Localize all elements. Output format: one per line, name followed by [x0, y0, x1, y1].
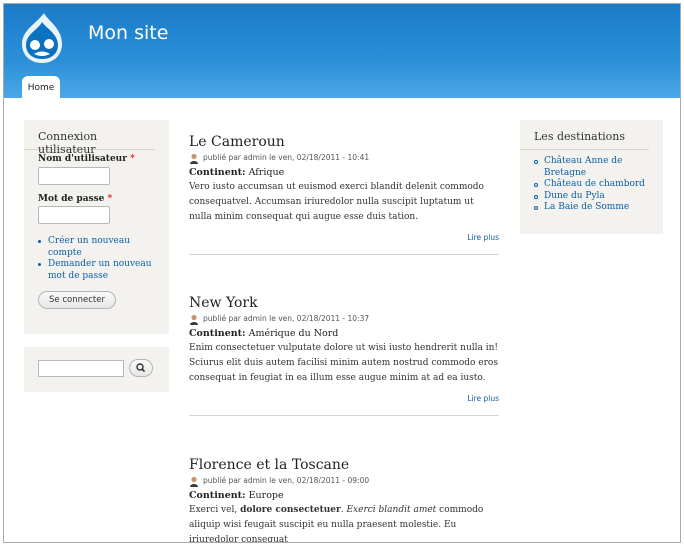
- request-password-link[interactable]: Demander un nouveau mot de passe: [38, 259, 163, 282]
- article-meta: publié par admin le ven, 02/18/2011 - 10…: [189, 313, 499, 325]
- article-body: Exerci vel, dolore consectetuer. Exerci …: [189, 503, 499, 542]
- article-body: Enim consectetuer vulputate dolore ut wi…: [189, 343, 499, 383]
- destination-link[interactable]: Château de chambord: [534, 179, 654, 191]
- body-bold-text: dolore consectetuer: [240, 505, 341, 515]
- tab-home[interactable]: Home: [22, 76, 60, 98]
- create-account-link[interactable]: Créer un nouveau compte: [38, 236, 163, 259]
- username-input[interactable]: [38, 167, 110, 185]
- body-text: Exerci vel,: [189, 505, 241, 515]
- browser-viewport: Mon site Home Connexion utilisateur Nom …: [3, 3, 681, 543]
- search-input[interactable]: [38, 360, 124, 377]
- password-input[interactable]: [38, 206, 110, 224]
- password-label: Mot de passe *: [38, 194, 112, 204]
- site-header: Mon site Home: [4, 4, 680, 98]
- destinations-list: Château Anne de Bretagne Château de cham…: [534, 156, 654, 214]
- drupal-logo-icon[interactable]: [20, 12, 64, 64]
- continent-field: Continent: Amérique du Nord: [189, 328, 499, 339]
- read-more-link[interactable]: Lire plus: [189, 233, 499, 242]
- user-avatar-icon: [190, 314, 198, 325]
- login-button[interactable]: Se connecter: [38, 291, 116, 309]
- site-name[interactable]: Mon site: [88, 22, 168, 44]
- article-body: Vero iusto accumsan ut euismod exerci bl…: [189, 182, 484, 222]
- continent-value: Europe: [248, 490, 284, 501]
- article-teaser: Florence et la Toscane publié par admin …: [189, 457, 499, 542]
- article-meta-text: publié par admin le ven, 02/18/2011 - 09…: [203, 476, 370, 485]
- article-meta: publié par admin le ven, 02/18/2011 - 09…: [189, 475, 499, 487]
- destination-link[interactable]: Château Anne de Bretagne: [534, 156, 654, 179]
- read-more-link[interactable]: Lire plus: [189, 394, 499, 403]
- continent-label: Continent:: [189, 167, 246, 178]
- article-meta-text: publié par admin le ven, 02/18/2011 - 10…: [203, 153, 370, 162]
- article-title[interactable]: Le Cameroun: [189, 134, 499, 152]
- user-avatar-icon: [190, 476, 198, 487]
- username-label: Nom d'utilisateur *: [38, 154, 135, 164]
- required-mark: *: [107, 194, 113, 204]
- login-links: Créer un nouveau compte Demander un nouv…: [38, 236, 163, 282]
- continent-value: Amérique du Nord: [248, 328, 339, 339]
- search-button[interactable]: [129, 359, 153, 377]
- continent-field: Continent: Afrique: [189, 167, 499, 178]
- password-label-text: Mot de passe: [38, 194, 105, 204]
- continent-field: Continent: Europe: [189, 490, 499, 501]
- destination-link[interactable]: La Baie de Somme: [534, 202, 654, 214]
- destination-link[interactable]: Dune du Pyla: [534, 191, 654, 203]
- username-label-text: Nom d'utilisateur: [38, 154, 127, 164]
- continent-label: Continent:: [189, 328, 246, 339]
- article-title[interactable]: Florence et la Toscane: [189, 457, 499, 475]
- user-login-block: Connexion utilisateur Nom d'utilisateur …: [24, 120, 169, 334]
- article-separator: [189, 415, 499, 416]
- destinations-title: Les destinations: [520, 120, 649, 150]
- article-teaser: Le Cameroun publié par admin le ven, 02/…: [189, 134, 499, 255]
- search-icon: [136, 363, 146, 373]
- login-block-title: Connexion utilisateur: [24, 120, 155, 156]
- required-mark: *: [130, 154, 135, 164]
- user-avatar-icon: [190, 153, 198, 164]
- continent-label: Continent:: [189, 490, 246, 501]
- article-teaser: New York publié par admin le ven, 02/18/…: [189, 295, 499, 416]
- article-title[interactable]: New York: [189, 295, 499, 313]
- continent-value: Afrique: [248, 167, 285, 178]
- article-separator: [189, 254, 499, 255]
- search-block: [24, 347, 169, 392]
- article-meta-text: publié par admin le ven, 02/18/2011 - 10…: [203, 314, 370, 323]
- body-italic-text: Exerci blandit amet: [346, 505, 437, 515]
- article-meta: publié par admin le ven, 02/18/2011 - 10…: [189, 152, 499, 164]
- destinations-block: Les destinations Château Anne de Bretagn…: [520, 120, 663, 234]
